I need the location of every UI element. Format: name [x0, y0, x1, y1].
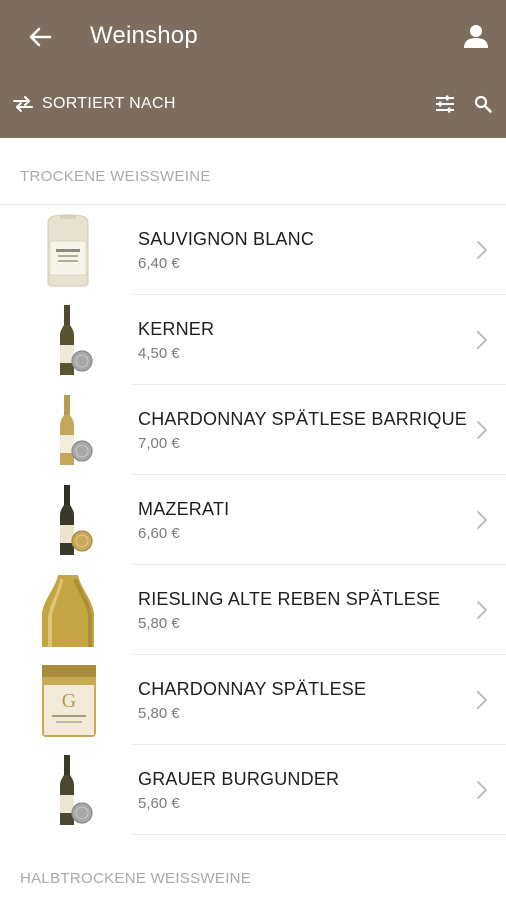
chevron-right-icon — [477, 781, 487, 799]
sort-filter-toolbar: SORTIERT NACH — [0, 84, 506, 124]
product-item-grauer-burgunder[interactable]: GRAUER BURGUNDER 5,60 € — [0, 745, 506, 835]
chevron-right-icon — [477, 421, 487, 439]
product-name: SAUVIGNON BLANC — [138, 229, 315, 249]
product-price: 4,50 € — [138, 345, 180, 362]
product-name: CHARDONNAY SPÄTLESE BARRIQUE — [138, 409, 468, 429]
product-name: GRAUER BURGUNDER — [138, 769, 340, 789]
product-price: 6,40 € — [138, 255, 180, 272]
product-item-sauvignon-blanc[interactable]: SAUVIGNON BLANC 6,40 € — [0, 205, 506, 295]
user-icon — [464, 25, 488, 48]
wine-bottle-icon — [42, 575, 94, 647]
account-button[interactable] — [460, 20, 492, 52]
product-price: 5,60 € — [138, 795, 180, 812]
top-bar: Weinshop — [0, 0, 506, 74]
chevron-right-icon — [477, 691, 487, 709]
app-bar: Weinshop SORTIERT NACH — [0, 0, 506, 138]
wine-bottle-icon: G — [42, 665, 96, 737]
tune-icon — [436, 95, 454, 113]
product-price: 7,00 € — [138, 435, 180, 452]
swap-icon — [13, 96, 33, 112]
product-name: CHARDONNAY SPÄTLESE — [138, 679, 367, 699]
search-icon — [474, 95, 492, 113]
wine-bottle-icon — [60, 305, 93, 375]
section-header-dry-white: TROCKENE WEISSWEINE — [20, 168, 211, 185]
wine-bottle-icon — [60, 755, 93, 825]
product-item-kerner[interactable]: KERNER 4,50 € — [0, 295, 506, 385]
chevron-right-icon — [477, 601, 487, 619]
sort-label: SORTIERT NACH — [42, 95, 176, 112]
product-price: 5,80 € — [138, 705, 180, 722]
section-header-semi-dry-white: HALBTROCKENE WEISSWEINE — [20, 870, 252, 887]
filter-button[interactable] — [432, 92, 458, 116]
product-item-riesling-alte-reben-spaetlese[interactable]: RIESLING ALTE REBEN SPÄTLESE 5,80 € — [0, 565, 506, 655]
back-button[interactable] — [22, 22, 58, 52]
svg-text:G: G — [62, 690, 76, 712]
wine-bottle-icon — [60, 485, 93, 555]
chevron-right-icon — [477, 331, 487, 349]
product-price: 5,80 € — [138, 615, 180, 632]
product-price: 6,60 € — [138, 525, 180, 542]
product-item-chardonnay-spaetlese-barrique[interactable]: CHARDONNAY SPÄTLESE BARRIQUE 7,00 € — [0, 385, 506, 475]
sort-button[interactable]: SORTIERT NACH — [12, 90, 176, 118]
product-name: RIESLING ALTE REBEN SPÄTLESE — [138, 589, 441, 609]
product-name: KERNER — [138, 319, 215, 339]
search-button[interactable] — [470, 92, 496, 116]
chevron-right-icon — [477, 511, 487, 529]
wine-bottle-icon — [47, 214, 89, 287]
product-item-chardonnay-spaetlese[interactable]: G CHARDONNAY SPÄTLESE 5,80 € — [0, 655, 506, 745]
chevron-right-icon — [477, 241, 487, 259]
product-name: MAZERATI — [138, 499, 230, 519]
row-divider — [132, 834, 506, 835]
page-title: Weinshop — [90, 22, 198, 49]
arrow-back-icon — [29, 27, 52, 47]
wine-bottle-icon — [60, 395, 93, 465]
product-item-mazerati[interactable]: MAZERATI 6,60 € — [0, 475, 506, 565]
